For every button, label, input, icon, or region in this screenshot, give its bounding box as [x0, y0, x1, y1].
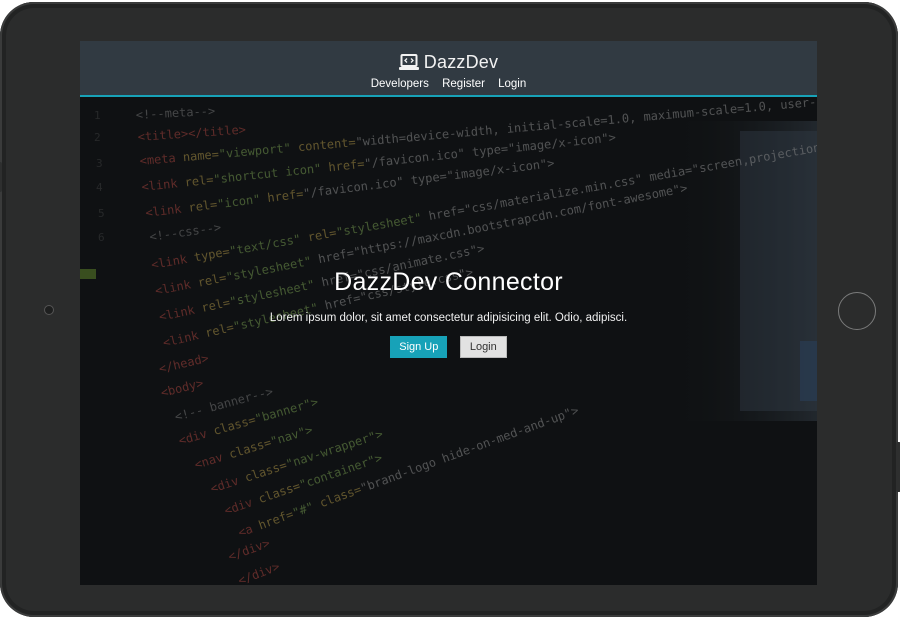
- sign-up-button[interactable]: Sign Up: [390, 336, 448, 358]
- hero-buttons: Sign Up Login: [80, 336, 817, 358]
- camera-icon: [44, 305, 54, 315]
- screen: 1 2 3 4 5 6 <!--meta--> <title></title> …: [80, 41, 817, 585]
- navbar: DazzDev Developers Register Login: [80, 41, 817, 97]
- login-button[interactable]: Login: [459, 336, 507, 358]
- home-button[interactable]: [838, 292, 876, 330]
- brand-name: DazzDev: [423, 52, 499, 72]
- hero-title: DazzDev Connector: [334, 268, 563, 296]
- tablet-side-button: [0, 162, 2, 192]
- nav-link-developers[interactable]: Developers: [371, 78, 429, 90]
- hero-lead: Lorem ipsum dolor, sit amet consectetur …: [269, 312, 628, 324]
- laptop-code-icon: [398, 54, 419, 76]
- nav-link-login[interactable]: Login: [498, 78, 526, 90]
- brand[interactable]: DazzDev: [80, 52, 817, 76]
- nav-links: Developers Register Login: [80, 78, 817, 90]
- hero: DazzDev Connector Lorem ipsum dolor, sit…: [80, 268, 817, 358]
- tablet-side-button: [896, 442, 900, 492]
- tablet-frame: 1 2 3 4 5 6 <!--meta--> <title></title> …: [0, 2, 900, 617]
- nav-link-register[interactable]: Register: [442, 78, 485, 90]
